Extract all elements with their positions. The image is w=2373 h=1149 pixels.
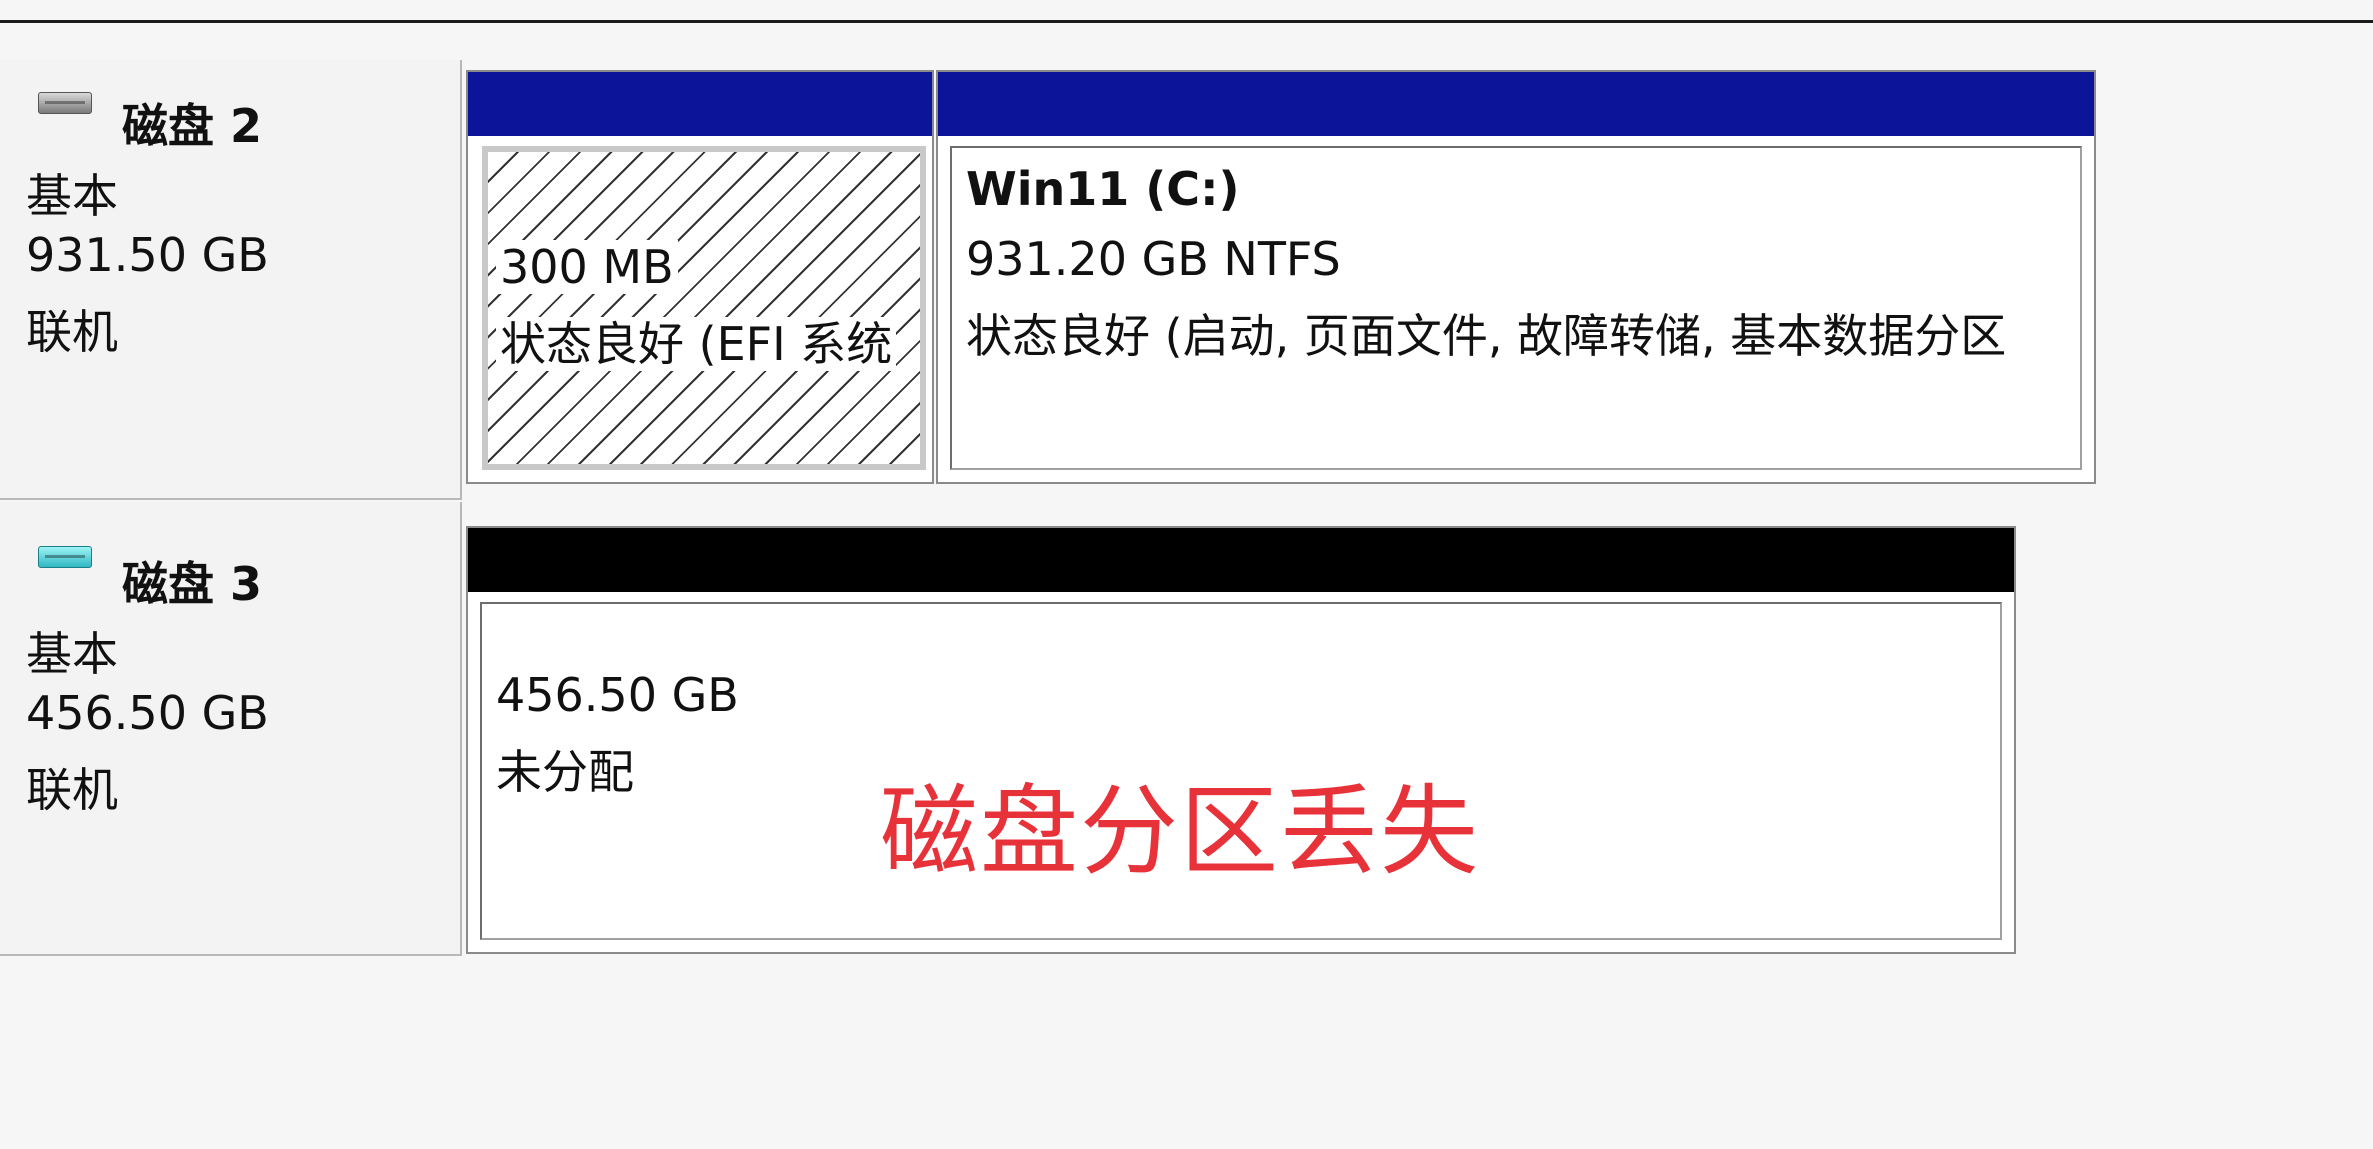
unallocated-status: 未分配: [496, 745, 634, 799]
c-drive-status: 状态良好 (启动, 页面文件, 故障转储, 基本数据分区: [966, 309, 2007, 363]
disk-2-size: 931.50 GB: [26, 228, 269, 282]
top-divider: [0, 20, 2373, 23]
efi-partition-body: 300 MB 状态良好 (EFI 系统: [482, 146, 926, 470]
partition-bar: [938, 72, 2094, 136]
unallocated-bar: [468, 528, 2014, 592]
disk-3-info[interactable]: 磁盘 3 基本 456.50 GB 联机: [0, 502, 462, 956]
disk-2-status: 联机: [26, 305, 118, 359]
c-drive-size: 931.20 GB NTFS: [966, 232, 1341, 286]
disk-drive-icon: [38, 92, 92, 114]
partition-lost-annotation: 磁盘分区丢失: [880, 775, 1481, 889]
disk-2-row: 磁盘 2 基本 931.50 GB 联机 300 MB 状态良好 (EFI 系统…: [0, 60, 2373, 500]
ssd-drive-icon: [38, 546, 92, 568]
disk-3-name: 磁盘 3: [122, 557, 263, 611]
unallocated-size: 456.50 GB: [496, 668, 739, 722]
disk-3-status: 联机: [26, 763, 118, 817]
disk-2-name: 磁盘 2: [122, 99, 263, 153]
efi-partition-size: 300 MB: [496, 240, 678, 294]
disk-2-type: 基本: [26, 169, 118, 223]
partition-bar: [468, 72, 932, 136]
c-drive-partition[interactable]: Win11 (C:) 931.20 GB NTFS 状态良好 (启动, 页面文件…: [936, 70, 2096, 484]
disk-3-size: 456.50 GB: [26, 686, 269, 740]
c-drive-partition-body: Win11 (C:) 931.20 GB NTFS 状态良好 (启动, 页面文件…: [950, 146, 2082, 470]
efi-partition-status: 状态良好 (EFI 系统: [496, 308, 897, 374]
disk-3-type: 基本: [26, 627, 118, 681]
c-drive-title: Win11 (C:): [966, 162, 1240, 216]
efi-partition[interactable]: 300 MB 状态良好 (EFI 系统: [466, 70, 934, 484]
disk-2-info[interactable]: 磁盘 2 基本 931.50 GB 联机: [0, 60, 462, 500]
